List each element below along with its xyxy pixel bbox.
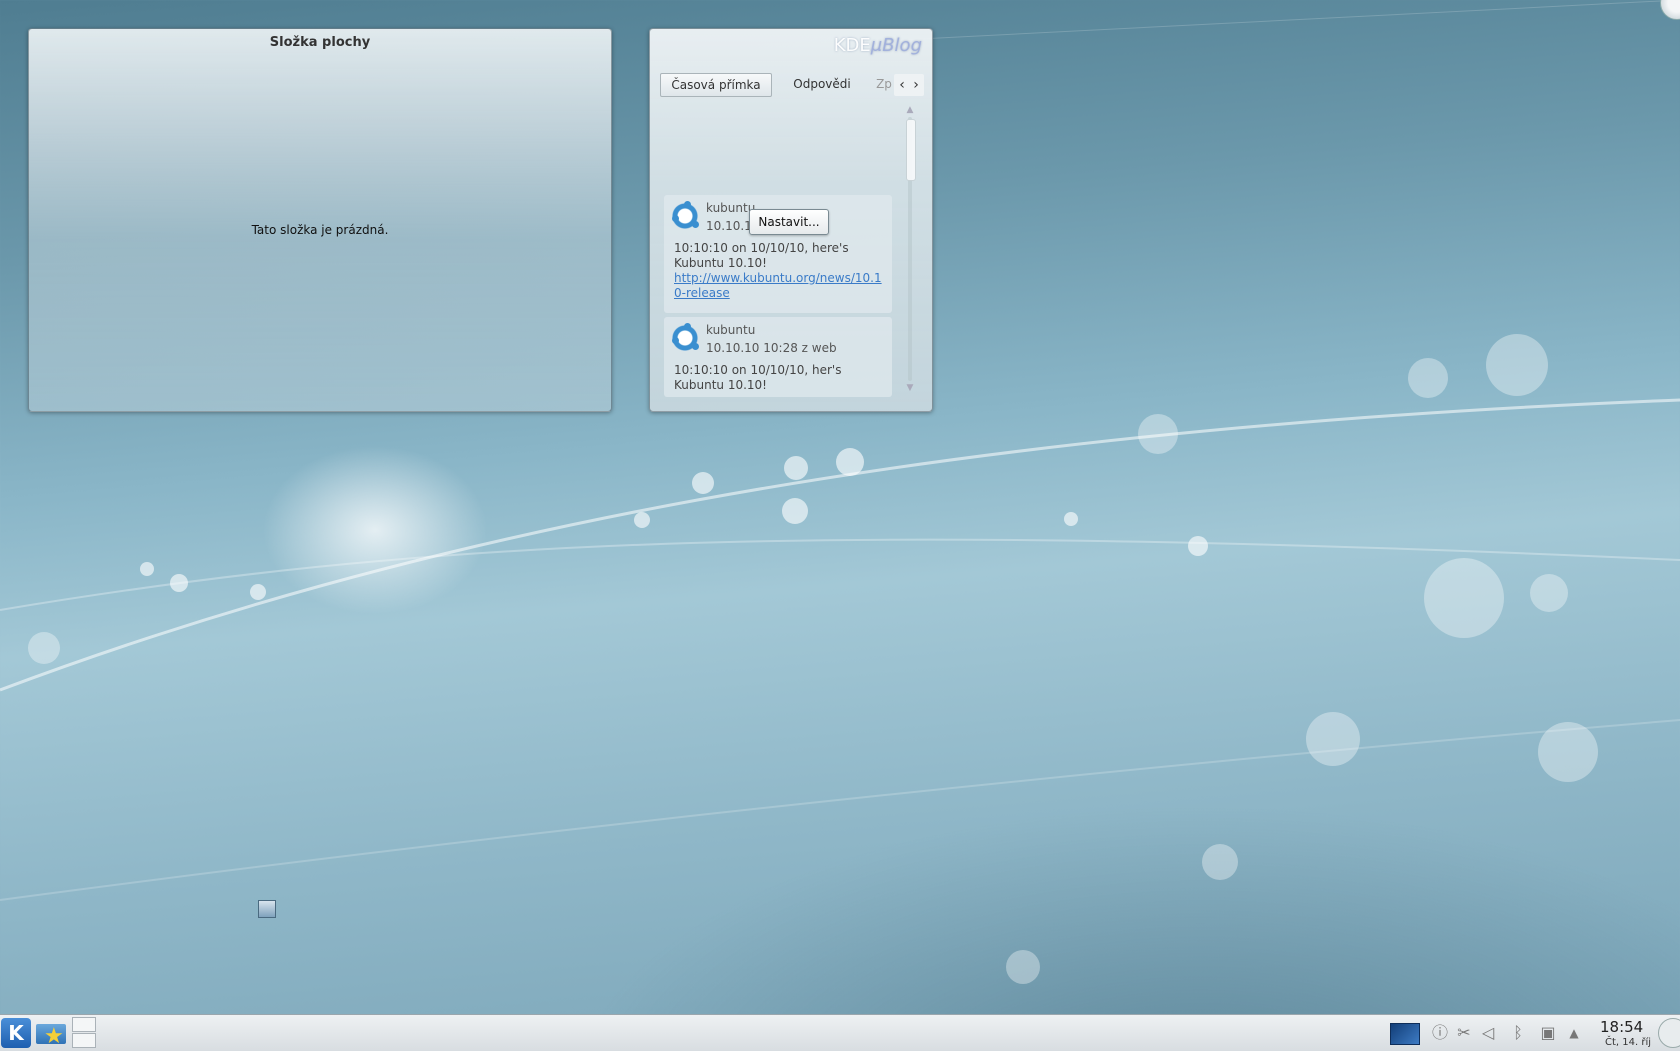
tab-timeline[interactable]: Časová přímka: [660, 73, 772, 97]
logo-blog-text: μBlog: [870, 35, 922, 56]
wallpaper-bubble: [1538, 722, 1598, 782]
desktop-pager[interactable]: [72, 1017, 96, 1049]
desktop-file-icon[interactable]: [258, 900, 276, 918]
configure-button[interactable]: Nastavit...: [749, 209, 829, 235]
microblog-logo: KDEμBlog: [834, 35, 922, 56]
activity-manager-icon[interactable]: [1390, 1023, 1420, 1045]
wallpaper-bubble: [1530, 574, 1568, 612]
star-icon: ★: [44, 1024, 64, 1049]
folder-view-title: Složka plochy: [269, 35, 371, 50]
wallpaper-bubble: [140, 562, 154, 576]
wallpaper-bubble: [692, 472, 714, 494]
wallpaper-bubble: [1486, 334, 1548, 396]
avatar: [670, 323, 700, 353]
list-item[interactable]: kubuntu 10.10.10 10:28 z web 10:10:10 on…: [664, 317, 892, 397]
wallpaper-bubble: [1306, 712, 1360, 766]
tab-replies[interactable]: Odpovědi: [772, 73, 872, 95]
wallpaper-bubble: [1424, 558, 1504, 638]
wallpaper-bubble: [28, 632, 60, 664]
network-icon[interactable]: ▣: [1538, 1021, 1558, 1045]
folder-empty-message: Tato složka je prázdná.: [251, 223, 389, 237]
tab-scroll-buttons: ‹ ›: [894, 74, 924, 96]
wallpaper-bubble: [1138, 414, 1178, 454]
wallpaper-bubble: [1408, 358, 1448, 398]
chevron-left-icon[interactable]: ‹: [895, 74, 909, 96]
wallpaper-bubble: [170, 574, 188, 592]
wallpaper-bubble: [1188, 536, 1208, 556]
post-time: 10.10.10 10:28 z web: [706, 341, 837, 355]
microblog-widget[interactable]: KDEμBlog Časová přímka Odpovědi Zp ‹ › k…: [649, 28, 933, 412]
wallpaper-bubble: [1064, 512, 1078, 526]
post-user[interactable]: kubuntu: [706, 323, 755, 337]
scroll-down-icon[interactable]: ▼: [904, 383, 916, 393]
folder-launcher-icon[interactable]: ★: [36, 1020, 68, 1049]
post-scrollbar[interactable]: ▲ ▼: [904, 105, 916, 393]
post-user[interactable]: kubuntu: [706, 201, 755, 215]
folder-view-widget[interactable]: Složka plochy Tato složka je prázdná.: [28, 28, 612, 412]
wallpaper-bubble: [836, 448, 864, 476]
post-text: 10:10:10 on 10/10/10, here's Kubuntu 10.…: [674, 241, 886, 301]
taskbar-panel: K ★ ⓘ ✂ ◁ ᛒ ▣ ▲ 18:54 Čt, 14. říj: [0, 1014, 1680, 1051]
wallpaper-bubble: [782, 498, 808, 524]
scroll-thumb[interactable]: [906, 119, 916, 181]
wallpaper-bubble: [1202, 844, 1238, 880]
volume-icon[interactable]: ◁: [1480, 1021, 1496, 1045]
microblog-tabbar: Časová přímka Odpovědi Zp ‹ ›: [660, 73, 924, 97]
pager-desktop-2[interactable]: [72, 1033, 96, 1048]
tab-messages[interactable]: Zp: [876, 73, 892, 95]
scroll-up-icon[interactable]: ▲: [904, 105, 916, 115]
wallpaper-bubble: [250, 584, 266, 600]
clock-time[interactable]: 18:54: [1600, 1018, 1643, 1036]
info-icon[interactable]: ⓘ: [1432, 1021, 1448, 1045]
chevron-right-icon[interactable]: ›: [909, 74, 923, 96]
pager-desktop-1[interactable]: [72, 1017, 96, 1032]
chevron-up-icon[interactable]: ▲: [1566, 1021, 1582, 1045]
wallpaper-bubble: [634, 512, 650, 528]
scissors-icon[interactable]: ✂: [1456, 1021, 1472, 1045]
desktop-toolbox-icon[interactable]: [1660, 0, 1680, 20]
post-link[interactable]: http://www.kubuntu.org/news/10.10-releas…: [674, 271, 882, 300]
wallpaper-bubble: [784, 456, 808, 480]
avatar: [670, 201, 700, 231]
panel-toolbox-icon[interactable]: [1658, 1018, 1680, 1048]
wallpaper-bubble: [1006, 950, 1040, 984]
bluetooth-icon[interactable]: ᛒ: [1510, 1021, 1526, 1045]
clock-date[interactable]: Čt, 14. říj: [1605, 1037, 1651, 1048]
post-text: 10:10:10 on 10/10/10, her's Kubuntu 10.1…: [674, 363, 842, 392]
logo-kde-text: KDE: [833, 35, 871, 56]
kde-logo-icon[interactable]: K: [1, 1018, 31, 1048]
post-text-body: 10:10:10 on 10/10/10, here's Kubuntu 10.…: [674, 241, 849, 270]
